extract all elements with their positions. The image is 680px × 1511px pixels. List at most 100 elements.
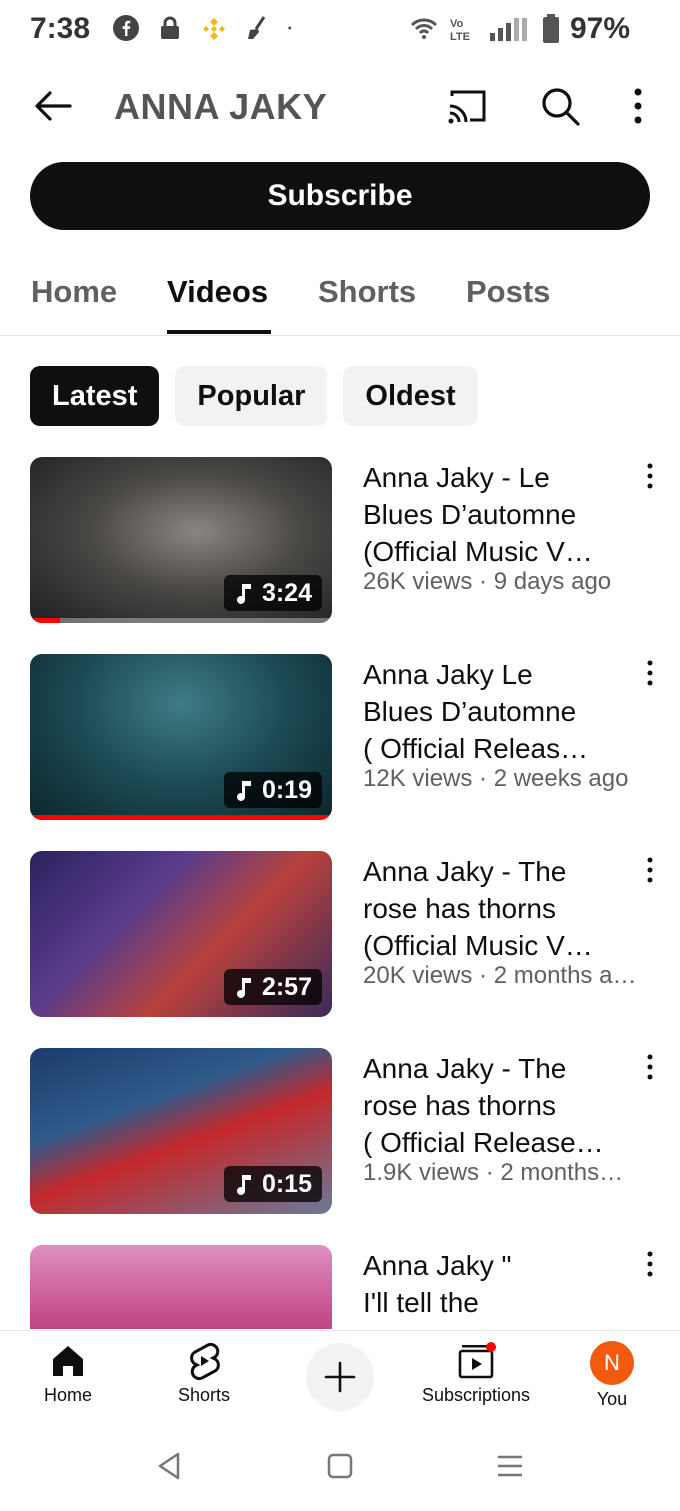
video-thumbnail[interactable]: 0:15 [30,1048,332,1214]
nav-home-label: Home [43,1385,92,1405]
duration-badge: 2:57 [223,969,322,1005]
duration-badge: 3:24 [223,575,322,611]
duration-text: 0:19 [261,775,312,804]
music-note-icon [236,978,251,998]
dot-icon [288,26,292,30]
video-title[interactable]: Anna Jaky Le Blues D’automne ( Official … [363,656,625,767]
title-line: rose has thorns [363,1090,556,1121]
notification-dot [486,1342,496,1352]
title-line: Anna Jaky " [363,1250,512,1281]
video-thumbnail[interactable] [30,1245,332,1329]
tab-posts[interactable]: Posts [466,274,550,310]
system-nav [0,1420,680,1511]
tab-shorts[interactable]: Shorts [318,274,416,310]
video-meta: 12K views · 2 weeks ago [363,765,629,792]
video-thumbnail[interactable]: 3:24 [30,457,332,623]
tab-videos[interactable]: Videos [167,274,268,310]
plus-icon [324,1361,356,1393]
title-line: Anna Jaky - The [363,856,567,887]
nav-you-label: You [596,1389,628,1409]
channel-header: ANNA JAKY [0,70,680,146]
status-icons-left [112,14,298,42]
home-icon [53,1346,83,1376]
video-title[interactable]: Anna Jaky - The rose has thorns (Officia… [363,853,625,964]
status-bar: 7:38 Vo LTE 97% [0,0,680,64]
title-line: rose has thorns [363,893,556,924]
cast-icon[interactable] [446,86,490,126]
video-item[interactable]: 0:19 Anna Jaky Le Blues D’automne ( Offi… [0,654,680,824]
system-recents-icon[interactable] [492,1450,528,1482]
duration-badge: 0:15 [223,1166,322,1202]
facebook-icon [113,15,139,41]
channel-tabs: Home Videos Shorts Posts [0,266,680,336]
battery-icon [542,14,559,43]
video-item[interactable]: 0:15 Anna Jaky - The rose has thorns ( O… [0,1048,680,1218]
title-line: rain" (Official M… [363,1321,625,1329]
chip-oldest[interactable]: Oldest [343,366,478,426]
nav-subscriptions[interactable]: Subscriptions [411,1341,541,1417]
nav-subscriptions-label: Subscriptions [421,1385,531,1405]
svg-text:Vo: Vo [450,18,464,30]
channel-title: ANNA JAKY [114,86,328,127]
search-icon[interactable] [538,84,582,128]
video-more-icon[interactable] [638,1052,662,1082]
back-arrow-icon[interactable] [30,84,74,128]
watch-progress-bar [30,815,332,820]
video-item[interactable]: 2:57 Anna Jaky - The rose has thorns (Of… [0,851,680,1021]
title-line: I'll tell the [363,1287,479,1318]
duration-text: 2:57 [261,972,312,1001]
chip-latest[interactable]: Latest [30,366,160,426]
nav-you[interactable]: N You [547,1341,677,1417]
avatar: N [590,1341,634,1385]
video-more-icon[interactable] [638,658,662,688]
nav-home[interactable]: Home [3,1341,133,1417]
video-item[interactable]: Anna Jaky " I'll tell the rain" (Officia… [0,1245,680,1329]
video-more-icon[interactable] [638,1249,662,1279]
status-icons-right: Vo LTE 97% [410,12,630,46]
volte-icon: VoLTE [450,18,470,43]
nav-shorts[interactable]: Shorts [139,1341,269,1417]
video-more-icon[interactable] [638,461,662,491]
chip-popular[interactable]: Popular [175,366,328,426]
video-title[interactable]: Anna Jaky - Le Blues D’automne (Official… [363,459,625,570]
video-title[interactable]: Anna Jaky " I'll tell the rain" (Officia… [363,1247,625,1329]
title-line: Anna Jaky Le [363,659,533,690]
status-time: 7:38 [30,12,91,45]
svg-text:LTE: LTE [450,31,470,43]
system-back-icon[interactable] [152,1450,188,1482]
music-note-icon [236,781,251,801]
watch-progress-bar [30,618,61,623]
music-note-icon [236,584,251,604]
signal-icon [489,18,527,41]
title-line: Blues D’automne [363,499,577,530]
system-home-icon[interactable] [322,1450,358,1482]
video-meta: 20K views · 2 months a… [363,962,637,989]
video-thumbnail[interactable]: 0:19 [30,654,332,820]
sort-chips: Latest Popular Oldest [30,366,478,426]
tab-home[interactable]: Home [31,274,117,310]
video-more-icon[interactable] [638,855,662,885]
video-meta: 1.9K views · 2 months… [363,1159,624,1186]
title-line: ( Official Releas… [363,733,589,764]
music-note-icon [236,1175,251,1195]
active-tab-indicator [167,330,271,334]
duration-badge: 0:19 [223,772,322,808]
binance-icon [203,18,225,40]
battery-percent: 97% [569,12,630,45]
create-button[interactable] [306,1343,374,1411]
title-line: Anna Jaky - Le [363,462,550,493]
broom-icon [248,16,266,39]
duration-text: 3:24 [261,578,312,607]
more-vert-icon[interactable] [622,84,654,128]
video-meta: 26K views · 9 days ago [363,568,612,595]
duration-text: 0:15 [261,1169,312,1198]
title-line: (Official Music V… [363,930,593,961]
video-title[interactable]: Anna Jaky - The rose has thorns ( Offici… [363,1050,625,1161]
video-list: 3:24 Anna Jaky - Le Blues D’automne (Off… [0,457,680,1329]
title-line: (Official Music V… [363,536,593,567]
video-item[interactable]: 3:24 Anna Jaky - Le Blues D’automne (Off… [0,457,680,627]
title-line: Anna Jaky - The [363,1053,567,1084]
lock-icon [161,16,179,39]
subscribe-button[interactable]: Subscribe [30,162,650,230]
video-thumbnail[interactable]: 2:57 [30,851,332,1017]
